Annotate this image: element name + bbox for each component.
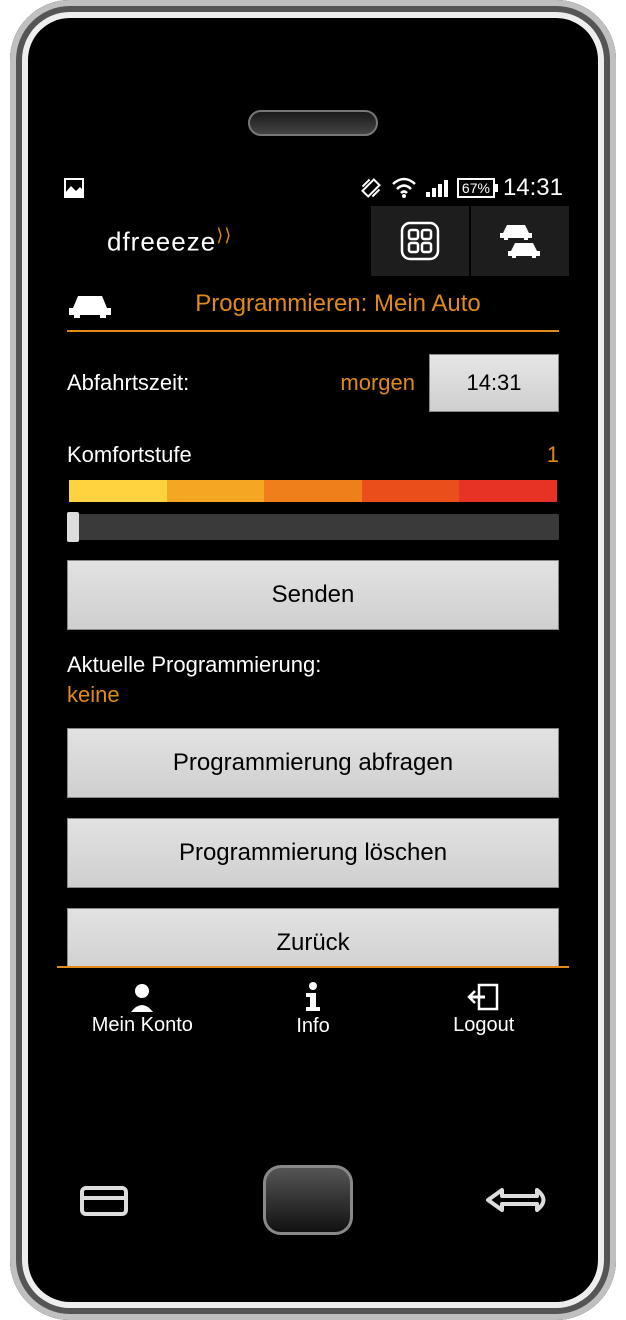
comfort-label: Komfortstufe [67, 442, 192, 468]
tab-logout-label: Logout [453, 1014, 514, 1037]
delete-label: Programmierung löschen [179, 839, 447, 867]
cars-icon [493, 219, 547, 263]
car-icon [67, 288, 117, 320]
tab-info[interactable]: Info [228, 968, 399, 1050]
vehicles-button[interactable] [469, 206, 569, 276]
info-icon [303, 981, 323, 1013]
brand-name: dfreeeze [107, 226, 216, 256]
image-indicator-icon [63, 177, 85, 199]
brand-logo: dfreeeze⟩⟩ [57, 225, 369, 258]
delete-button[interactable]: Programmierung löschen [67, 818, 559, 888]
status-time: 14:31 [503, 174, 563, 202]
page-title: Programmieren: Mein Auto [117, 290, 559, 318]
battery-percent: 67% [462, 181, 490, 195]
phone-chassis: 67% 14:31 dfreeeze⟩⟩ Prog [10, 0, 616, 1320]
screen: 67% 14:31 dfreeeze⟩⟩ Prog [57, 170, 569, 1050]
home-key[interactable] [263, 1165, 353, 1235]
signal-icon [425, 177, 449, 199]
app-header: dfreeeze⟩⟩ [57, 206, 569, 276]
tab-account-label: Mein Konto [92, 1014, 193, 1037]
comfort-slider[interactable] [67, 514, 559, 540]
current-programming-label: Aktuelle Programmierung: [67, 652, 321, 677]
departure-day[interactable]: morgen [340, 370, 415, 396]
comfort-level: 1 [547, 442, 559, 468]
phone-speaker [248, 110, 378, 136]
recent-apps-key[interactable] [74, 1178, 134, 1222]
departure-row: Abfahrtszeit: morgen 14:31 [67, 354, 559, 412]
battery-indicator: 67% [457, 178, 495, 198]
grid-icon [398, 219, 442, 263]
tab-account[interactable]: Mein Konto [57, 968, 228, 1050]
slider-thumb[interactable] [67, 512, 79, 542]
footer-bar: Mein Konto Info Logout [57, 966, 569, 1050]
query-button[interactable]: Programmierung abfragen [67, 728, 559, 798]
section-title: Programmieren: Mein Auto [67, 282, 559, 332]
tab-info-label: Info [296, 1015, 329, 1038]
send-button[interactable]: Senden [67, 560, 559, 630]
query-label: Programmierung abfragen [173, 749, 453, 777]
current-programming: Aktuelle Programmierung: keine [67, 652, 559, 708]
departure-time-button[interactable]: 14:31 [429, 354, 559, 412]
send-label: Senden [272, 581, 355, 609]
comfort-gradient [67, 478, 559, 504]
wifi-icon [391, 177, 417, 199]
grid-menu-button[interactable] [369, 206, 469, 276]
logout-icon [467, 982, 501, 1012]
signal-glyph-icon: ⟩⟩ [216, 225, 232, 245]
departure-label: Abfahrtszeit: [67, 370, 189, 396]
current-programming-value: keine [67, 682, 559, 708]
person-icon [128, 982, 156, 1012]
status-bar: 67% 14:31 [57, 170, 569, 206]
comfort-row: Komfortstufe 1 [67, 442, 559, 468]
vibrate-icon [359, 176, 383, 200]
back-label: Zurück [276, 929, 349, 957]
hardware-keys [10, 1140, 616, 1260]
departure-time-value: 14:31 [466, 370, 521, 396]
back-key[interactable] [482, 1178, 552, 1222]
tab-logout[interactable]: Logout [398, 968, 569, 1050]
